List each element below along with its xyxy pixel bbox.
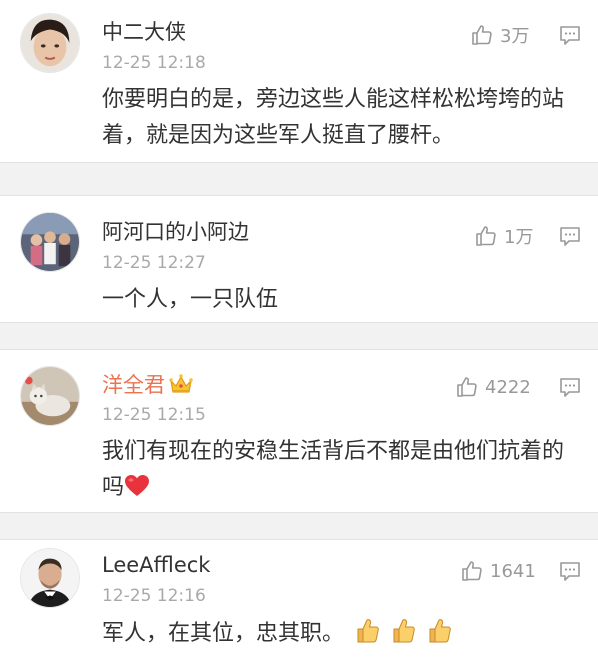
user-avatar[interactable] [20,548,80,608]
comment-item: LeeAffleck 12-25 12:16 1641 军人，在其位，忠其职。 [0,540,598,664]
timestamp: 12-25 12:18 [102,53,206,73]
comment-item: 中二大侠 12-25 12:18 3万 你要明白的是，旁边这些人能这样松松垮垮的… [0,0,598,162]
comment-text-content: 我们有现在的安稳生活背后不都是由他们抗着的吗 [102,439,565,500]
username[interactable]: LeeAffleck [102,552,210,578]
heart-icon [124,474,150,498]
comment-divider [0,162,598,196]
user-avatar[interactable] [20,212,80,272]
comment-divider [0,322,598,350]
avatar-photo-icon [21,367,79,425]
avatar-photo-icon [21,213,79,271]
thumbs-up-outline-icon [472,25,492,45]
username[interactable]: 洋全君 [102,372,193,398]
user-avatar[interactable] [20,366,80,426]
avatar-photo-icon [21,549,79,607]
comment-bubble-icon [560,227,580,246]
thumbs-up-outline-icon [457,377,477,397]
like-count: 3万 [500,26,530,47]
comment-divider [0,512,598,540]
user-avatar[interactable] [20,13,80,73]
thumbs-up-icon [426,616,452,644]
reply-button[interactable] [558,23,582,47]
comment-text: 一个人，一只队伍 [102,287,279,312]
username-text: 洋全君 [102,373,165,397]
like-button[interactable]: 3万 [470,22,529,48]
reply-button[interactable] [558,375,582,399]
like-count: 4222 [485,376,531,398]
reply-button[interactable] [558,224,582,248]
comment-item: 洋全君 12-25 12:15 4222 我们有现在的安稳生活背后不都是由他们抗… [0,350,598,512]
comment-bubble-icon [560,562,580,581]
username[interactable]: 阿河口的小阿边 [102,219,249,245]
like-button[interactable]: 4222 [455,374,531,400]
comment-text: 我们有现在的安稳生活背后不都是由他们抗着的吗 [102,434,572,506]
like-count: 1641 [490,560,536,582]
timestamp: 12-25 12:27 [102,253,206,273]
timestamp: 12-25 12:16 [102,586,206,606]
crown-icon [169,373,193,395]
thumbs-up-outline-icon [476,226,496,246]
comment-feed: 中二大侠 12-25 12:18 3万 你要明白的是，旁边这些人能这样松松垮垮的… [0,0,598,664]
thumbs-up-outline-icon [462,561,482,581]
username[interactable]: 中二大侠 [102,19,186,45]
comment-bubble-icon [560,26,580,45]
like-count: 1万 [504,227,534,248]
reply-button[interactable] [558,559,582,583]
comment-text-content: 军人，在其位，忠其职。 [102,621,345,646]
comment-bubble-icon [560,378,580,397]
comment-text: 军人，在其位，忠其职。 [102,616,572,652]
timestamp: 12-25 12:15 [102,405,206,425]
comment-text: 你要明白的是，旁边这些人能这样松松垮垮的站着，就是因为这些军人挺直了腰杆。 [102,87,565,148]
thumbs-up-icon [390,616,416,644]
thumbs-up-icon [354,616,380,644]
like-button[interactable]: 1万 [474,223,533,249]
like-button[interactable]: 1641 [460,558,536,584]
comment-item: 阿河口的小阿边 12-25 12:27 1万 一个人，一只队伍 [0,196,598,322]
avatar-photo-icon [21,14,79,72]
